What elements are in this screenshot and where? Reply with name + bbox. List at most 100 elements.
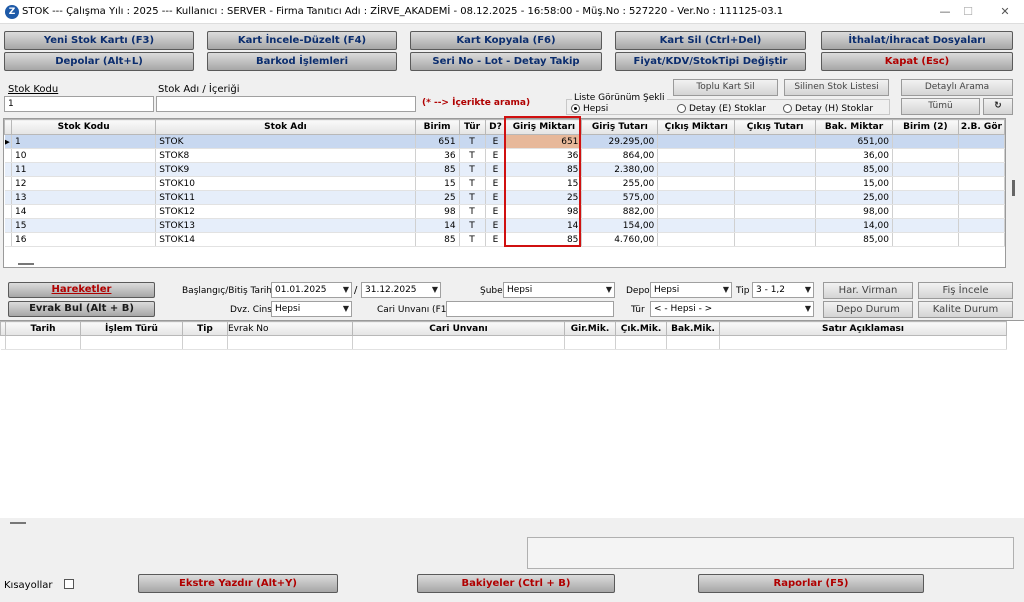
branch-select[interactable]: Hepsi ▼: [503, 282, 615, 298]
cell-code[interactable]: 12: [11, 176, 157, 191]
cell-out-amount[interactable]: [734, 148, 817, 163]
cell-type[interactable]: T: [459, 232, 486, 247]
refresh-icon[interactable]: ↻: [983, 98, 1013, 115]
cell-type[interactable]: T: [459, 190, 486, 205]
stock-code-input[interactable]: 1: [4, 96, 154, 112]
shortcuts-checkbox[interactable]: [64, 579, 74, 589]
cell-unit[interactable]: 85: [415, 232, 460, 247]
cell-code[interactable]: 1: [11, 134, 157, 149]
cell-unit[interactable]: 36: [415, 148, 460, 163]
column-header[interactable]: Bak. Miktar: [815, 119, 893, 135]
cell-out-amount[interactable]: [734, 190, 817, 205]
copy-card-button[interactable]: Kart Kopyala (F6): [410, 31, 602, 50]
cell-name[interactable]: STOK9: [155, 162, 416, 177]
cell-unit2[interactable]: [892, 232, 959, 247]
column-header[interactable]: Çıkış Tutarı: [734, 119, 817, 135]
cell-type[interactable]: T: [459, 176, 486, 191]
column-header[interactable]: Tip: [182, 321, 228, 336]
cell-b2[interactable]: [958, 218, 1005, 233]
grid-splitter-handle[interactable]: [18, 263, 34, 265]
cell-unit2[interactable]: [892, 190, 959, 205]
column-header[interactable]: Çıkış Miktarı: [657, 119, 736, 135]
cell-out-qty[interactable]: [657, 148, 736, 163]
cell-unit2[interactable]: [892, 204, 959, 219]
column-header[interactable]: Giriş Tutarı: [581, 119, 659, 135]
table-row[interactable]: [0, 335, 1007, 350]
view-option-detail-h[interactable]: Detay (H) Stoklar: [783, 104, 873, 114]
scrollbar-thumb[interactable]: [1012, 180, 1015, 196]
column-header[interactable]: Cari Unvanı: [352, 321, 565, 336]
cell-type[interactable]: T: [459, 204, 486, 219]
maximize-button[interactable]: ☐: [958, 4, 978, 20]
cell-code[interactable]: 11: [11, 162, 157, 177]
cell-unit[interactable]: 651: [415, 134, 460, 149]
find-document-button[interactable]: Evrak Bul (Alt + B): [8, 301, 155, 317]
cell-unit[interactable]: 25: [415, 190, 460, 205]
cell-balance[interactable]: 25,00: [815, 190, 893, 205]
view-option-detail-e[interactable]: Detay (E) Stoklar: [677, 104, 766, 114]
cell-d[interactable]: E: [485, 148, 507, 163]
grid-splitter-handle[interactable]: [10, 522, 26, 524]
cell-d[interactable]: E: [485, 204, 507, 219]
cell-d[interactable]: E: [485, 190, 507, 205]
close-window-button[interactable]: ✕: [995, 4, 1015, 20]
column-header[interactable]: Tarih: [5, 321, 81, 336]
fis-incele-button[interactable]: Fiş İncele: [918, 282, 1013, 299]
cell-out-amount[interactable]: [734, 232, 817, 247]
cell-name[interactable]: STOK: [155, 134, 416, 149]
barcode-operations-button[interactable]: Barkod İşlemleri: [207, 52, 397, 71]
cell-out-amount[interactable]: [734, 218, 817, 233]
cell-code[interactable]: 10: [11, 148, 157, 163]
cell-in-amount[interactable]: 575,00: [581, 190, 659, 205]
cell-in-amount[interactable]: 154,00: [581, 218, 659, 233]
kalite-durum-button[interactable]: Kalite Durum: [918, 301, 1013, 318]
depots-button[interactable]: Depolar (Alt+L): [4, 52, 194, 71]
cell-b2[interactable]: [958, 176, 1005, 191]
cell-d[interactable]: E: [485, 232, 507, 247]
cell-code[interactable]: 15: [11, 218, 157, 233]
new-stock-card-button[interactable]: Yeni Stok Kartı (F3): [4, 31, 194, 50]
cell-in-amount[interactable]: 29.295,00: [581, 134, 659, 149]
balances-button[interactable]: Bakiyeler (Ctrl + B): [417, 574, 615, 593]
cell-name[interactable]: STOK14: [155, 232, 416, 247]
delete-card-button[interactable]: Kart Sil (Ctrl+Del): [615, 31, 806, 50]
cell-b2[interactable]: [958, 162, 1005, 177]
movements-button[interactable]: Hareketler: [8, 282, 155, 298]
cell-unit[interactable]: 85: [415, 162, 460, 177]
cell-b2[interactable]: [958, 232, 1005, 247]
cell-name[interactable]: STOK12: [155, 204, 416, 219]
cell-code[interactable]: 13: [11, 190, 157, 205]
show-all-button[interactable]: Tümü: [901, 98, 980, 115]
column-header[interactable]: Evrak No: [227, 321, 353, 336]
cell-b2[interactable]: [958, 134, 1005, 149]
serial-lot-tracking-button[interactable]: Seri No - Lot - Detay Takip: [410, 52, 602, 71]
close-form-button[interactable]: Kapat (Esc): [821, 52, 1013, 71]
cell-balance[interactable]: 36,00: [815, 148, 893, 163]
cell-code[interactable]: 16: [11, 232, 157, 247]
cell-unit[interactable]: 14: [415, 218, 460, 233]
cell-balance[interactable]: 15,00: [815, 176, 893, 191]
cell-type[interactable]: T: [459, 148, 486, 163]
cell-name[interactable]: STOK11: [155, 190, 416, 205]
print-statement-button[interactable]: Ekstre Yazdır (Alt+Y): [138, 574, 338, 593]
kind-select[interactable]: < - Hepsi - > ▼: [650, 301, 814, 317]
cell-balance[interactable]: 85,00: [815, 232, 893, 247]
cell-unit2[interactable]: [892, 218, 959, 233]
cell-unit[interactable]: 98: [415, 204, 460, 219]
column-header[interactable]: D?: [484, 119, 507, 135]
cell-unit2[interactable]: [892, 134, 959, 149]
cell-d[interactable]: E: [485, 176, 507, 191]
column-header[interactable]: İşlem Türü: [80, 321, 183, 336]
movements-grid[interactable]: Tarih İşlem Türü Tip Evrak No Cari Unvan…: [0, 320, 1024, 518]
cell-unit2[interactable]: [892, 176, 959, 191]
cell-balance[interactable]: 85,00: [815, 162, 893, 177]
cell-d[interactable]: E: [485, 134, 507, 149]
cell-out-amount[interactable]: [734, 176, 817, 191]
cell-out-qty[interactable]: [657, 134, 736, 149]
cell-out-qty[interactable]: [657, 190, 736, 205]
cell-out-qty[interactable]: [657, 204, 736, 219]
reports-button[interactable]: Raporlar (F5): [698, 574, 924, 593]
cell-out-qty[interactable]: [657, 232, 736, 247]
column-header[interactable]: 2.B. Gör: [957, 119, 1005, 135]
type-select[interactable]: 3 - 1,2 ▼: [752, 282, 814, 298]
